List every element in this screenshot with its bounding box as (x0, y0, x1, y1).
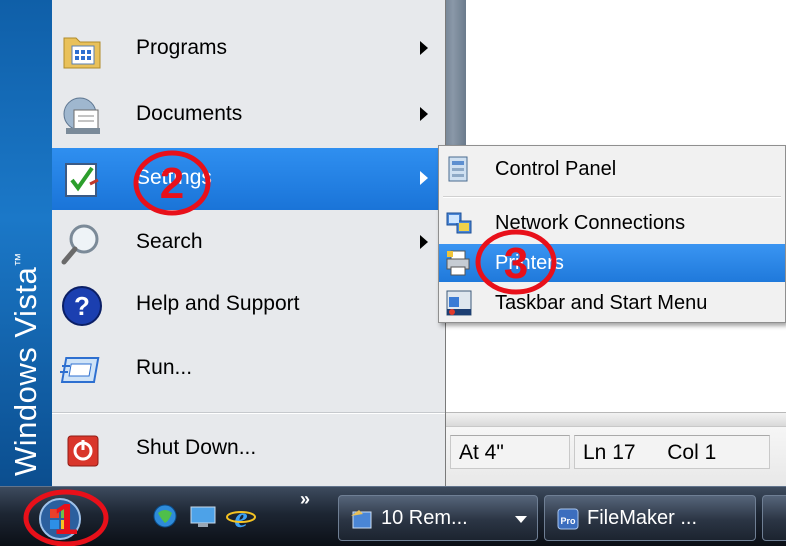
submenu-item-control-panel[interactable]: Control Panel (439, 150, 785, 188)
submenu-item-label: Taskbar and Start Menu (495, 292, 708, 314)
taskbar-button-label: 10 Rem... (381, 507, 468, 529)
svg-text:Pro: Pro (560, 516, 576, 526)
settings-icon (65, 163, 99, 197)
window-divider (440, 412, 786, 426)
svg-text:e: e (234, 501, 247, 531)
menu-item-label: Programs (136, 36, 228, 59)
windows-vista-brand: Windows Vista™ (8, 252, 43, 476)
power-icon (67, 435, 99, 467)
submenu-item-taskbar-and-start-menu[interactable]: Taskbar and Start Menu (439, 284, 785, 322)
svg-text:?: ? (74, 291, 90, 321)
programs-folder-icon (63, 37, 101, 69)
filemaker-icon: Pro (557, 508, 579, 530)
status-bar: At 4" Ln 17 Col 1 (440, 426, 786, 486)
network-globe-icon[interactable] (150, 501, 180, 531)
control-panel-icon (448, 156, 468, 182)
taskbar-button-document[interactable]: 10 Rem... (338, 495, 538, 541)
menu-item-settings[interactable]: Settings (52, 148, 445, 210)
chevron-down-icon (515, 516, 527, 523)
menu-item-label: Settings (136, 166, 212, 189)
start-menu-brand-band: Windows Vista™ (0, 0, 52, 486)
menu-item-shut-down[interactable]: Shut Down... (52, 420, 445, 482)
submenu-arrow-icon (420, 235, 428, 249)
menu-item-label: Help and Support (136, 292, 300, 315)
document-app-icon (351, 510, 372, 529)
menu-item-run[interactable]: Run... (52, 338, 445, 400)
submenu-item-network-connections[interactable]: Network Connections (439, 204, 785, 242)
submenu-arrow-icon (420, 107, 428, 121)
internet-explorer-icon[interactable]: e (226, 501, 256, 531)
taskbar: e » 10 Rem... Pro FileMaker ... (0, 486, 786, 546)
status-column: Col 1 (667, 441, 717, 464)
status-line-column: Ln 17 Col 1 (574, 435, 770, 469)
taskbar-button-overflow[interactable] (762, 495, 786, 541)
submenu-item-label: Network Connections (495, 212, 686, 234)
menu-item-documents[interactable]: Documents (52, 84, 445, 146)
search-magnifier-icon (61, 224, 99, 265)
submenu-item-printers[interactable]: Printers (439, 244, 785, 282)
start-button-windows-orb-icon[interactable] (22, 493, 98, 541)
submenu-item-label: Control Panel (495, 158, 617, 180)
taskbar-button-filemaker[interactable]: Pro FileMaker ... (544, 495, 756, 541)
taskbar-start-menu-icon (446, 290, 472, 316)
menu-item-programs[interactable]: Programs (52, 18, 445, 80)
status-line: Ln 17 (583, 441, 636, 464)
menu-item-label: Search (136, 230, 203, 253)
submenu-item-label: Printers (495, 252, 564, 274)
run-icon (60, 357, 100, 383)
network-connections-icon (446, 212, 472, 234)
menu-divider (52, 412, 445, 414)
taskbar-button-label: FileMaker ... (587, 507, 698, 529)
help-icon: ? (62, 286, 102, 326)
status-position: At 4" (450, 435, 570, 469)
submenu-arrow-icon (420, 41, 428, 55)
submenu-arrow-icon (420, 171, 428, 185)
settings-submenu: Control Panel Network Connections Printe… (438, 145, 786, 323)
submenu-divider (443, 196, 781, 198)
documents-icon (63, 97, 100, 134)
menu-item-search[interactable]: Search (52, 212, 445, 274)
show-desktop-icon[interactable] (188, 501, 218, 531)
menu-item-label: Shut Down... (136, 436, 257, 459)
menu-item-help-and-support[interactable]: ? Help and Support (52, 274, 445, 336)
printers-icon (446, 250, 470, 276)
menu-item-label: Run... (136, 356, 193, 379)
quick-launch-overflow-chevron[interactable]: » (300, 489, 310, 510)
menu-item-label: Documents (136, 102, 243, 125)
